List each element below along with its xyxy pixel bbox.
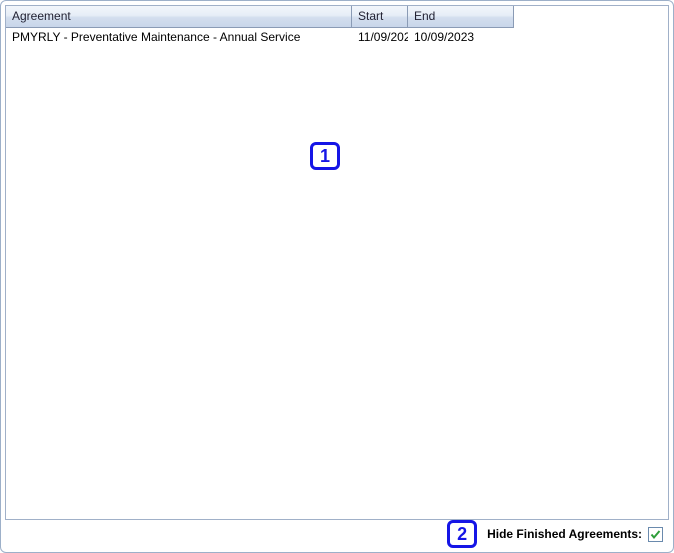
annotation-2: 2 [447,520,477,548]
column-header-end[interactable]: End [408,6,514,28]
column-header-agreement[interactable]: Agreement [6,6,352,28]
cell-start: 11/09/2020 [352,29,408,45]
annotation-1: 1 [310,142,340,170]
grid-header-row: Agreement Start End [6,6,668,28]
column-header-start[interactable]: Start [352,6,408,28]
column-header-spacer [514,6,668,28]
agreements-panel: Agreement Start End PMYRLY - Preventativ… [0,0,674,553]
agreements-grid[interactable]: Agreement Start End PMYRLY - Preventativ… [5,5,669,520]
grid-body: PMYRLY - Preventative Maintenance - Annu… [6,28,668,46]
check-icon [650,529,661,540]
cell-end: 10/09/2023 [408,29,514,45]
footer-bar: 2 Hide Finished Agreements: [5,520,669,548]
hide-finished-checkbox[interactable] [648,527,663,542]
table-row[interactable]: PMYRLY - Preventative Maintenance - Annu… [6,28,668,46]
cell-agreement: PMYRLY - Preventative Maintenance - Annu… [6,29,352,45]
hide-finished-label: Hide Finished Agreements: [487,527,642,541]
